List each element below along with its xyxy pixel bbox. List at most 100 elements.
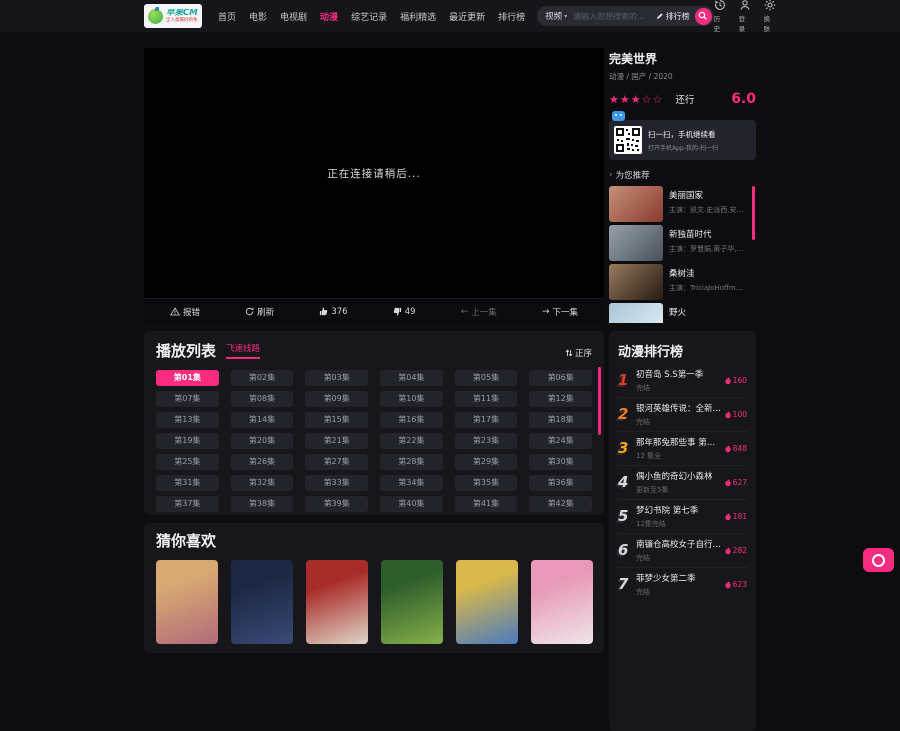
ranking-item[interactable]: 1初音岛 S.S第一季完结160 (618, 364, 747, 398)
episode-button[interactable]: 第08集 (231, 391, 294, 407)
ranking-item[interactable]: 5梦幻书院 第七季12集完结181 (618, 500, 747, 534)
recommend-scrollbar[interactable] (752, 186, 755, 240)
guess-poster[interactable] (231, 560, 293, 644)
rating-label: 还行 (675, 92, 694, 106)
ranking-heat-value: 100 (733, 410, 747, 419)
ranking-item-title: 银河英雄传说：全新… (636, 402, 723, 414)
nav-item-8[interactable]: 排行榜 (498, 10, 525, 23)
guess-poster[interactable] (456, 560, 518, 644)
episode-button[interactable]: 第32集 (231, 475, 294, 491)
episode-button[interactable]: 第03集 (305, 370, 368, 386)
episode-button[interactable]: 第16集 (380, 412, 443, 428)
ranking-item[interactable]: 3那年那兔那些事 第二…12 集全848 (618, 432, 747, 466)
site-logo[interactable]: 苹果CMS 全人类最好的免费建站程序 (144, 4, 202, 28)
episode-button[interactable]: 第14集 (231, 412, 294, 428)
qr-text-line1: 扫一扫，手机继续看 (648, 129, 718, 140)
refresh-button[interactable]: 刷新 (245, 306, 274, 318)
video-player[interactable]: 正在连接请稍后... (144, 48, 604, 298)
ranking-item[interactable]: 6南镰仓高校女子自行…完结282 (618, 534, 747, 568)
episode-button[interactable]: 第27集 (305, 454, 368, 470)
next-episode-button[interactable]: → 下一集 (542, 306, 578, 318)
episode-button[interactable]: 第30集 (529, 454, 592, 470)
guess-poster[interactable] (381, 560, 443, 644)
quick-link-登录[interactable]: 登录 (739, 0, 751, 33)
episode-button[interactable]: 第18集 (529, 412, 592, 428)
chevron-right-icon[interactable]: › (609, 170, 613, 180)
search-input[interactable] (567, 12, 656, 21)
episode-button[interactable]: 第01集 (156, 370, 219, 386)
ranking-item[interactable]: 4偶小鱼的奇幻小森林更新至5集627 (618, 466, 747, 500)
episode-button[interactable]: 第02集 (231, 370, 294, 386)
episode-button[interactable]: 第07集 (156, 391, 219, 407)
circular-arrow-icon (245, 307, 254, 316)
episode-button[interactable]: 第09集 (305, 391, 368, 407)
nav-item-1[interactable]: 首页 (218, 10, 236, 23)
episode-button[interactable]: 第19集 (156, 433, 219, 449)
episode-button[interactable]: 第41集 (455, 496, 518, 512)
nav-item-4[interactable]: 动漫 (320, 10, 338, 23)
report-button[interactable]: 报错 (170, 306, 200, 318)
episode-button[interactable]: 第23集 (455, 433, 518, 449)
episode-button[interactable]: 第38集 (231, 496, 294, 512)
episode-button[interactable]: 第12集 (529, 391, 592, 407)
episode-button[interactable]: 第36集 (529, 475, 592, 491)
quick-link-历史[interactable]: 历史 (714, 0, 726, 33)
episode-button[interactable]: 第20集 (231, 433, 294, 449)
episode-button[interactable]: 第22集 (380, 433, 443, 449)
ranking-heat-value: 160 (733, 376, 747, 385)
episode-button[interactable]: 第26集 (231, 454, 294, 470)
episode-button[interactable]: 第40集 (380, 496, 443, 512)
episode-button[interactable]: 第15集 (305, 412, 368, 428)
search-rank-link[interactable]: 排行榜 (656, 11, 690, 22)
ranking-rank-number: 1 (618, 373, 633, 388)
search-category-dropdown[interactable]: 视频 ▾ (545, 10, 567, 22)
episode-button[interactable]: 第42集 (529, 496, 592, 512)
episode-button[interactable]: 第21集 (305, 433, 368, 449)
nav-item-2[interactable]: 电影 (249, 10, 267, 23)
episode-button[interactable]: 第10集 (380, 391, 443, 407)
ranking-item-info: 南镰仓高校女子自行…完结 (636, 538, 723, 563)
quick-link-换肤[interactable]: 换肤 (764, 0, 776, 33)
episode-button[interactable]: 第05集 (455, 370, 518, 386)
like-button[interactable]: 376 (319, 307, 347, 317)
warning-triangle-icon (170, 307, 180, 316)
ranking-item[interactable]: 2银河英雄传说：全新…完结100 (618, 398, 747, 432)
ranking-item-info: 梦幻书院 第七季12集完结 (636, 504, 723, 529)
nav-item-7[interactable]: 最近更新 (449, 10, 485, 23)
recommend-item[interactable]: 野火主演：冢本晋也,中川雅也,中… (609, 303, 749, 323)
episode-button[interactable]: 第04集 (380, 370, 443, 386)
episode-button[interactable]: 第35集 (455, 475, 518, 491)
playlist-source-tab[interactable]: 飞速线路 (226, 342, 260, 359)
episode-button[interactable]: 第28集 (380, 454, 443, 470)
ranking-item[interactable]: 7菲梦少女第二季完结623 (618, 568, 747, 601)
episode-button[interactable]: 第34集 (380, 475, 443, 491)
guess-poster[interactable] (531, 560, 593, 644)
floating-action-button[interactable] (863, 548, 894, 572)
episode-scrollbar[interactable] (598, 367, 601, 435)
guess-poster[interactable] (306, 560, 368, 644)
recommend-item[interactable]: 桑树洼主演：TriciaJoHoffman,Ba… (609, 264, 749, 300)
nav-item-3[interactable]: 电视剧 (280, 10, 307, 23)
episode-button[interactable]: 第25集 (156, 454, 219, 470)
sort-order-button[interactable]: 正序 (565, 347, 592, 359)
recommend-item[interactable]: 美丽国家主演：凯文.史派西,安妮特… (609, 186, 749, 222)
nav-item-5[interactable]: 综艺记录 (351, 10, 387, 23)
episode-button[interactable]: 第33集 (305, 475, 368, 491)
nav-item-6[interactable]: 福利精选 (400, 10, 436, 23)
playlist-title: 播放列表 (156, 344, 216, 359)
episode-button[interactable]: 第13集 (156, 412, 219, 428)
episode-button[interactable]: 第24集 (529, 433, 592, 449)
search-button[interactable] (695, 8, 712, 25)
episode-button[interactable]: 第17集 (455, 412, 518, 428)
dislike-button[interactable]: 49 (393, 307, 416, 317)
episode-button[interactable]: 第06集 (529, 370, 592, 386)
guess-poster[interactable] (156, 560, 218, 644)
episode-button[interactable]: 第11集 (455, 391, 518, 407)
episode-button[interactable]: 第37集 (156, 496, 219, 512)
episode-button[interactable]: 第29集 (455, 454, 518, 470)
recommend-item[interactable]: 新独苗时代主演：罗慧娟,黄子华,甄楚倩… (609, 225, 749, 261)
episode-button[interactable]: 第39集 (305, 496, 368, 512)
ranking-item-info: 银河英雄传说：全新…完结 (636, 402, 723, 427)
episode-button[interactable]: 第31集 (156, 475, 219, 491)
prev-episode-button[interactable]: ← 上一集 (461, 306, 497, 318)
